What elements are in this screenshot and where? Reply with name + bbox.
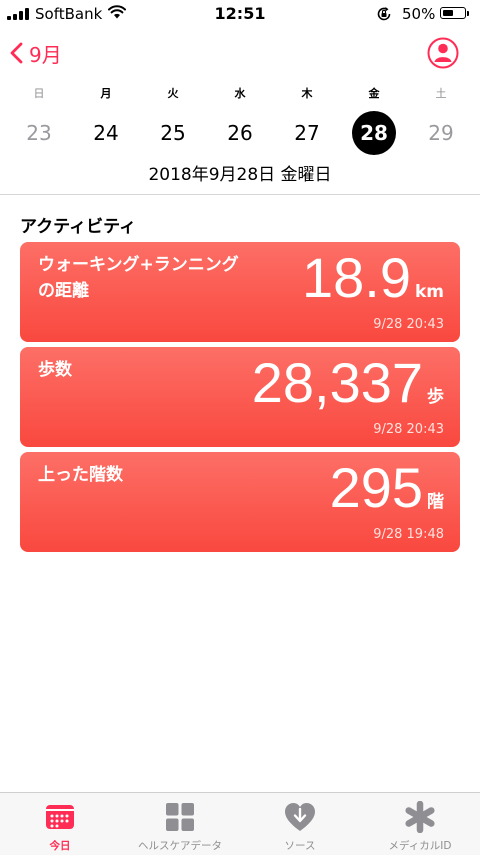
weekday-row: 日 月 火 水 木 金 土 [0, 85, 480, 100]
distance-card[interactable]: ウォーキング+ランニング の距離 18.9 km 9/28 20:43 [20, 242, 460, 342]
rotation-lock-icon [377, 7, 391, 21]
back-label: 9月 [29, 42, 62, 67]
card-value: 18.9 km [302, 248, 444, 308]
battery-cap [467, 11, 469, 16]
tab-medical-id[interactable]: メディカルID [360, 793, 480, 855]
asterisk-icon [405, 801, 435, 833]
tab-label: 今日 [49, 840, 71, 852]
weekday-label: 土 [435, 87, 447, 100]
weekday-label: 月 [100, 87, 112, 100]
chevron-left-icon [10, 42, 23, 64]
card-title: 上った階数 [38, 465, 123, 485]
tab-sources[interactable]: ソース [240, 793, 360, 855]
card-timestamp: 9/28 19:48 [373, 527, 444, 542]
tab-label: ソース [284, 840, 316, 852]
card-timestamp: 9/28 20:43 [373, 422, 444, 437]
heart-download-icon [285, 803, 315, 831]
card-unit: 階 [427, 492, 444, 512]
date-item[interactable]: 26 [218, 111, 262, 155]
back-button[interactable]: 9月 [10, 38, 62, 68]
tab-label: メディカルID [388, 840, 452, 852]
tab-health-data[interactable]: ヘルスケアデータ [120, 793, 240, 855]
tab-label: ヘルスケアデータ [138, 840, 222, 852]
card-unit: km [414, 282, 444, 302]
date-item[interactable]: 23 [17, 111, 61, 155]
tab-bar: 今日 ヘルスケアデータ ソース メディカルID [0, 792, 480, 855]
battery-percent: 50% [402, 5, 436, 23]
status-bar: SoftBank 12:51 50% [0, 0, 480, 28]
selected-date-label: 2018年9月28日 金曜日 [148, 165, 332, 185]
battery-icon [440, 7, 466, 19]
weekday-label: 金 [368, 87, 380, 100]
date-item[interactable]: 24 [84, 111, 128, 155]
card-timestamp: 9/28 20:43 [373, 317, 444, 332]
card-number: 28,337 [251, 351, 423, 414]
tab-today[interactable]: 今日 [0, 793, 120, 855]
weekday-label: 日 [33, 87, 45, 100]
card-value: 28,337 歩 [252, 353, 444, 413]
date-item[interactable]: 25 [151, 111, 195, 155]
flights-card[interactable]: 上った階数 295 階 9/28 19:48 [20, 452, 460, 552]
battery-level [442, 9, 453, 16]
calendar-icon [46, 805, 74, 829]
steps-card[interactable]: 歩数 28,337 歩 9/28 20:43 [20, 347, 460, 447]
header-divider [0, 194, 480, 195]
profile-icon[interactable] [427, 37, 459, 69]
card-number: 18.9 [301, 246, 411, 309]
card-value: 295 階 [330, 458, 444, 518]
date-item-selected[interactable]: 28 [352, 111, 396, 155]
date-strip: 23 24 25 26 27 28 29 [0, 111, 480, 155]
card-number: 295 [329, 456, 423, 519]
weekday-label: 木 [301, 87, 313, 100]
card-title: ウォーキング+ランニング の距離 [38, 255, 239, 301]
grid-icon [166, 803, 194, 831]
weekday-label: 火 [167, 87, 179, 100]
date-item[interactable]: 29 [419, 111, 463, 155]
date-item[interactable]: 27 [285, 111, 329, 155]
section-title: アクティビティ [20, 217, 137, 237]
card-unit: 歩 [427, 387, 444, 407]
weekday-label: 水 [234, 87, 246, 100]
card-title: 歩数 [38, 360, 72, 380]
